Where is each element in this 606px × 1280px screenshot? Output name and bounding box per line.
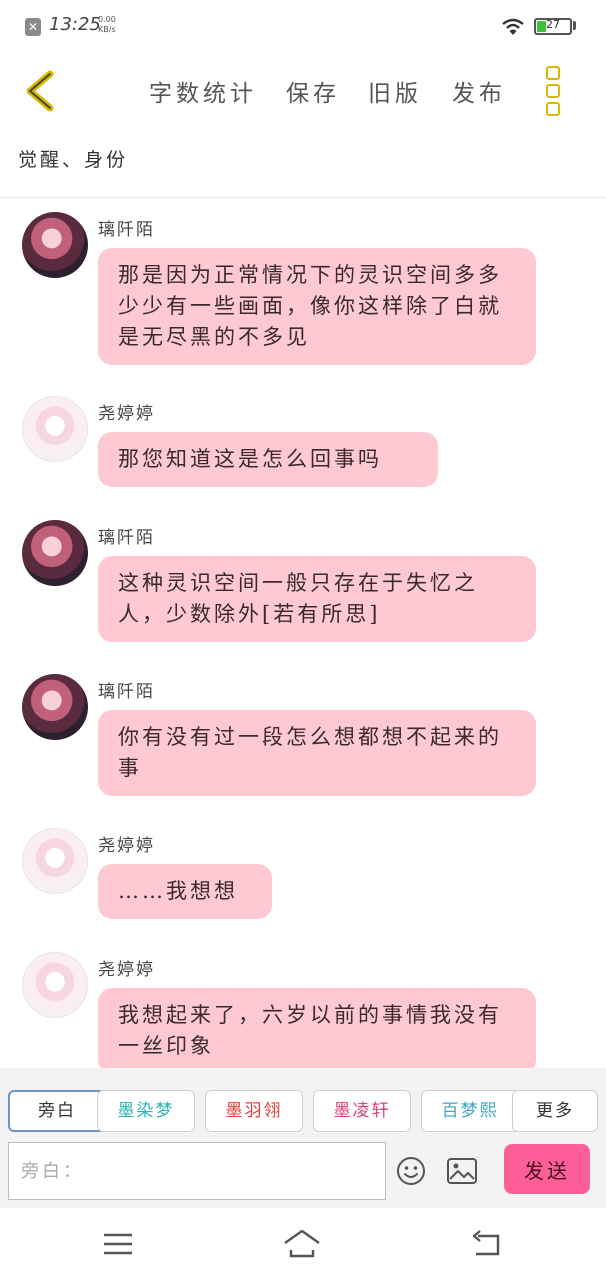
menu-icon[interactable] bbox=[98, 1226, 138, 1262]
home-icon[interactable] bbox=[282, 1226, 322, 1262]
role-selector: 旁白 墨染梦 墨羽翎 墨凌轩 百梦熙 更多 bbox=[0, 1090, 606, 1134]
input-panel: 旁白 墨染梦 墨羽翎 墨凌轩 百梦熙 更多 发送 bbox=[0, 1068, 606, 1208]
role-chip-narrator[interactable]: 旁白 bbox=[8, 1090, 106, 1132]
role-chip[interactable]: 墨染梦 bbox=[97, 1090, 195, 1132]
avatar[interactable] bbox=[22, 396, 88, 462]
more-vertical-icon[interactable] bbox=[546, 66, 568, 116]
battery-icon: 27 bbox=[534, 18, 572, 35]
battery-tip bbox=[573, 21, 576, 30]
avatar[interactable] bbox=[22, 828, 88, 894]
message-bubble[interactable]: 这种灵识空间一般只存在于失忆之人，少数除外[若有所思] bbox=[98, 556, 536, 642]
sender-name: 尧婷婷 bbox=[98, 836, 155, 856]
sender-name: 璃阡陌 bbox=[98, 220, 155, 240]
old-version-button[interactable]: 旧版 bbox=[368, 74, 422, 108]
chat-list[interactable]: 璃阡陌 那是因为正常情况下的灵识空间多多少少有一些画面，像你这样除了白就是无尽黑… bbox=[0, 198, 606, 1068]
message-bubble[interactable]: ……我想想 bbox=[98, 864, 272, 919]
message-bubble[interactable]: 那是因为正常情况下的灵识空间多多少少有一些画面，像你这样除了白就是无尽黑的不多见 bbox=[98, 248, 536, 365]
avatar[interactable] bbox=[22, 674, 88, 740]
notification-x-icon: ✕ bbox=[25, 18, 41, 36]
sender-name: 尧婷婷 bbox=[98, 960, 155, 980]
role-chip[interactable]: 墨羽翎 bbox=[205, 1090, 303, 1132]
sender-name: 尧婷婷 bbox=[98, 404, 155, 424]
more-roles-button[interactable]: 更多 bbox=[512, 1090, 598, 1132]
status-time: 13:25 bbox=[49, 14, 101, 35]
sender-name: 璃阡陌 bbox=[98, 682, 155, 702]
avatar[interactable] bbox=[22, 520, 88, 586]
editor-toolbar: 字数统计 保存 旧版 发布 bbox=[0, 56, 606, 126]
message-bubble[interactable]: 我想起来了，六岁以前的事情我没有一丝印象 bbox=[98, 988, 536, 1068]
network-speed-unit: KB/s bbox=[98, 25, 116, 34]
role-chip[interactable]: 墨凌轩 bbox=[313, 1090, 411, 1132]
battery-level: 27 bbox=[546, 18, 560, 31]
message-bubble[interactable]: 你有没有过一段怎么想都想不起来的事 bbox=[98, 710, 536, 796]
network-speed: 0.00 KB/s bbox=[98, 15, 116, 35]
emoji-icon[interactable] bbox=[396, 1156, 426, 1186]
status-bar: ✕ 13:25 0.00 KB/s 27 bbox=[0, 0, 606, 56]
message-bubble[interactable]: 那您知道这是怎么回事吗 bbox=[98, 432, 438, 487]
send-button[interactable]: 发送 bbox=[504, 1144, 590, 1194]
story-title[interactable]: 觉醒、身份 bbox=[18, 145, 128, 172]
back-button[interactable] bbox=[18, 66, 68, 116]
wifi-icon bbox=[502, 18, 524, 35]
image-icon[interactable] bbox=[446, 1157, 478, 1185]
network-speed-value: 0.00 bbox=[98, 15, 116, 24]
chevron-left-icon bbox=[26, 70, 54, 112]
save-button[interactable]: 保存 bbox=[286, 74, 340, 108]
avatar[interactable] bbox=[22, 952, 88, 1018]
sender-name: 璃阡陌 bbox=[98, 528, 155, 548]
message-input[interactable] bbox=[8, 1142, 386, 1200]
word-count-button[interactable]: 字数统计 bbox=[149, 74, 257, 108]
role-chip[interactable]: 百梦熙 bbox=[421, 1090, 519, 1132]
system-nav-bar bbox=[0, 1208, 606, 1280]
back-arrow-icon[interactable] bbox=[466, 1226, 506, 1262]
avatar[interactable] bbox=[22, 212, 88, 278]
publish-button[interactable]: 发布 bbox=[452, 74, 506, 108]
